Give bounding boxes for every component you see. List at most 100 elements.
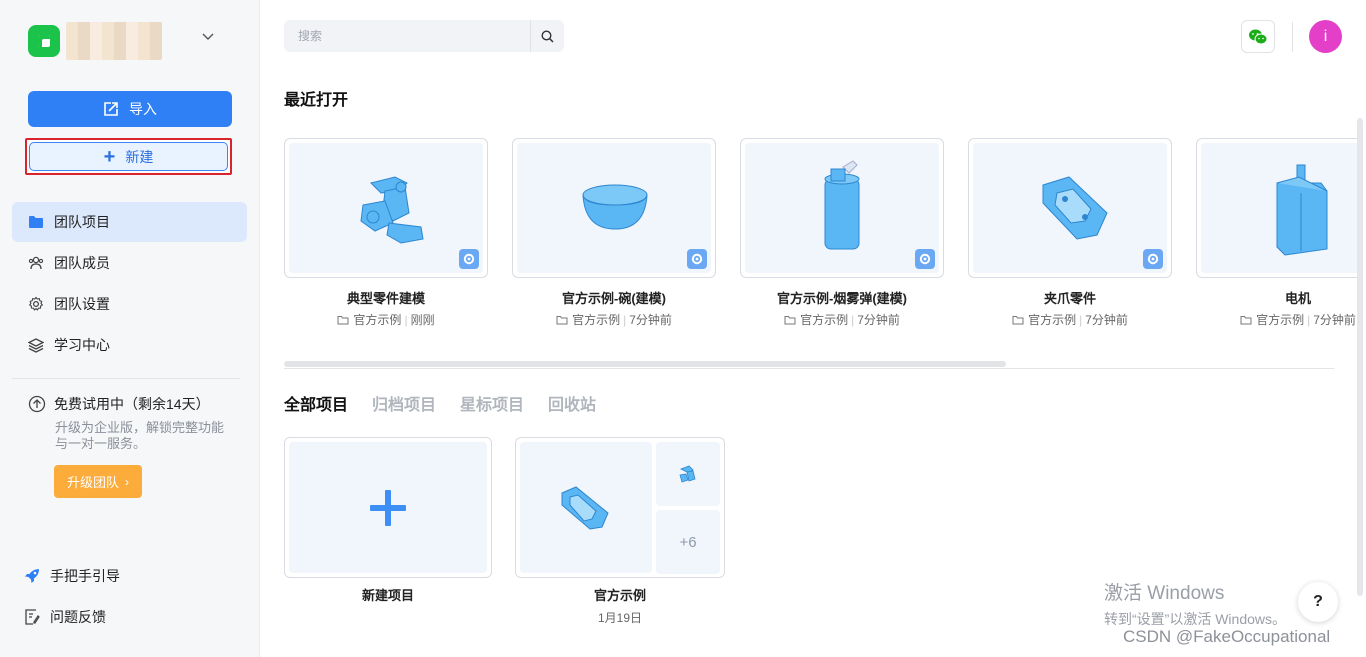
bowl-model-icon	[582, 184, 648, 230]
recent-card[interactable]	[740, 138, 944, 278]
recent-time: 7分钟前	[857, 313, 900, 327]
gear-icon	[1147, 253, 1159, 265]
layers-icon	[28, 338, 44, 353]
part-model-icon	[360, 176, 424, 244]
recent-card[interactable]	[968, 138, 1172, 278]
recent-folder: 官方示例	[353, 313, 402, 327]
model-thumbnail	[1201, 143, 1358, 273]
model-thumbnail	[973, 143, 1167, 273]
sidebar-nav: 团队项目 团队成员 团队设置 学习中心	[12, 202, 247, 366]
feedback-label: 问题反馈	[50, 609, 106, 625]
folder-outline-icon	[784, 315, 796, 324]
tab-starred[interactable]: 星标项目	[460, 391, 524, 415]
recent-meta: 官方示例 | 7分钟前	[1196, 311, 1358, 328]
sidebar-item-learning-center[interactable]: 学习中心	[12, 325, 247, 365]
activation-subtitle: 转到“设置”以激活 Windows。	[1104, 611, 1287, 627]
new-button[interactable]: + 新建	[29, 142, 228, 171]
settings-badge[interactable]	[459, 249, 479, 269]
upgrade-label: 升级团队	[66, 475, 119, 490]
sidebar-item-team-projects[interactable]: 团队项目	[12, 202, 247, 242]
gear-icon	[919, 253, 931, 265]
activation-title: 激活 Windows	[1104, 583, 1225, 604]
topbar-divider	[1292, 22, 1293, 52]
upgrade-arrow-icon	[28, 395, 46, 413]
gear-icon	[463, 253, 475, 265]
sidebar-item-label: 学习中心	[54, 337, 110, 353]
model-thumbnail	[517, 143, 711, 273]
rocket-icon	[25, 569, 39, 583]
guide-link[interactable]: 手把手引导	[24, 566, 120, 586]
sidebar-item-team-settings[interactable]: 团队设置	[12, 284, 247, 324]
vertical-scrollbar[interactable]	[1357, 118, 1363, 596]
folder-outline-icon	[1012, 315, 1024, 324]
part-model-icon	[679, 465, 696, 483]
tab-archived[interactable]: 归档项目	[372, 391, 436, 415]
recent-name: 典型零件建模	[346, 291, 425, 306]
folder-outline-icon	[1240, 315, 1252, 324]
recent-name: 电机	[1284, 291, 1311, 306]
project-card[interactable]: +6	[515, 437, 725, 578]
search-input[interactable]	[284, 20, 530, 52]
chevron-right-icon: ›	[125, 474, 129, 489]
canister-model-icon	[824, 160, 860, 250]
import-button[interactable]: 导入	[28, 91, 232, 127]
chevron-down-icon[interactable]	[202, 30, 214, 42]
tab-trash[interactable]: 回收站	[548, 391, 596, 415]
horizontal-scrollbar[interactable]	[284, 361, 1006, 367]
sidebar-divider	[12, 378, 240, 379]
search-box	[284, 20, 564, 52]
avatar[interactable]: i	[1309, 20, 1342, 53]
recent-folder: 官方示例	[800, 313, 849, 327]
watermark: CSDN @FakeOccupational	[1123, 627, 1331, 646]
recent-name: 官方示例-烟雾弹(建模)	[777, 291, 907, 306]
recent-time: 7分钟前	[1313, 313, 1356, 327]
gripper-model-icon	[1042, 176, 1108, 240]
help-button[interactable]: ?	[1298, 582, 1338, 622]
new-project-label: 新建项目	[361, 588, 414, 603]
new-label: 新建	[125, 148, 154, 165]
recent-meta: 官方示例 | 7分钟前	[968, 311, 1172, 328]
recent-meta: 官方示例 | 刚刚	[284, 311, 488, 328]
plus-icon: +	[103, 145, 116, 168]
feedback-link[interactable]: 问题反馈	[24, 607, 106, 627]
recent-title: 最近打开	[284, 92, 349, 109]
folder-outline-icon	[556, 315, 568, 324]
upgrade-team-button[interactable]: 升级团队 ›	[54, 465, 142, 498]
model-thumbnail	[745, 143, 939, 273]
recent-card[interactable]	[284, 138, 488, 278]
search-button[interactable]	[530, 20, 564, 52]
recent-folder: 官方示例	[1256, 313, 1305, 327]
recent-card[interactable]	[512, 138, 716, 278]
project-tabs: 全部项目 归档项目 星标项目 回收站	[284, 391, 620, 415]
folder-icon	[29, 216, 43, 228]
plus-icon	[370, 489, 406, 526]
guide-label: 手把手引导	[50, 568, 120, 584]
settings-badge[interactable]	[1143, 249, 1163, 269]
search-icon	[541, 29, 554, 43]
recent-folder: 官方示例	[572, 313, 621, 327]
import-icon	[104, 102, 118, 116]
folder-outline-icon	[337, 315, 349, 324]
wechat-icon	[1249, 29, 1268, 44]
settings-badge[interactable]	[915, 249, 935, 269]
sidebar-item-label: 团队成员	[54, 255, 110, 271]
wechat-button[interactable]	[1241, 20, 1275, 53]
recent-meta: 官方示例 | 7分钟前	[740, 311, 944, 328]
sidebar-item-label: 团队项目	[54, 214, 110, 230]
trial-description: 升级为企业版，解锁完整功能与一对一服务。	[55, 420, 225, 451]
trial-title: 免费试用中（剩余14天）	[28, 394, 238, 414]
team-logo	[28, 25, 60, 57]
sidebar-item-team-members[interactable]: 团队成员	[12, 243, 247, 283]
tab-all-projects[interactable]: 全部项目	[284, 391, 348, 415]
project-main-thumbnail	[520, 442, 652, 573]
recent-card[interactable]	[1196, 138, 1358, 278]
model-thumbnail	[289, 143, 483, 273]
members-icon	[28, 256, 44, 270]
sidebar-item-label: 团队设置	[54, 296, 110, 312]
new-project-card[interactable]	[284, 437, 492, 578]
team-switcher[interactable]	[28, 22, 162, 60]
gripper-model-icon	[561, 485, 609, 530]
settings-badge[interactable]	[687, 249, 707, 269]
recent-folder: 官方示例	[1028, 313, 1077, 327]
recent-card-clip: 电机 官方示例 | 7分钟前	[1196, 130, 1358, 340]
